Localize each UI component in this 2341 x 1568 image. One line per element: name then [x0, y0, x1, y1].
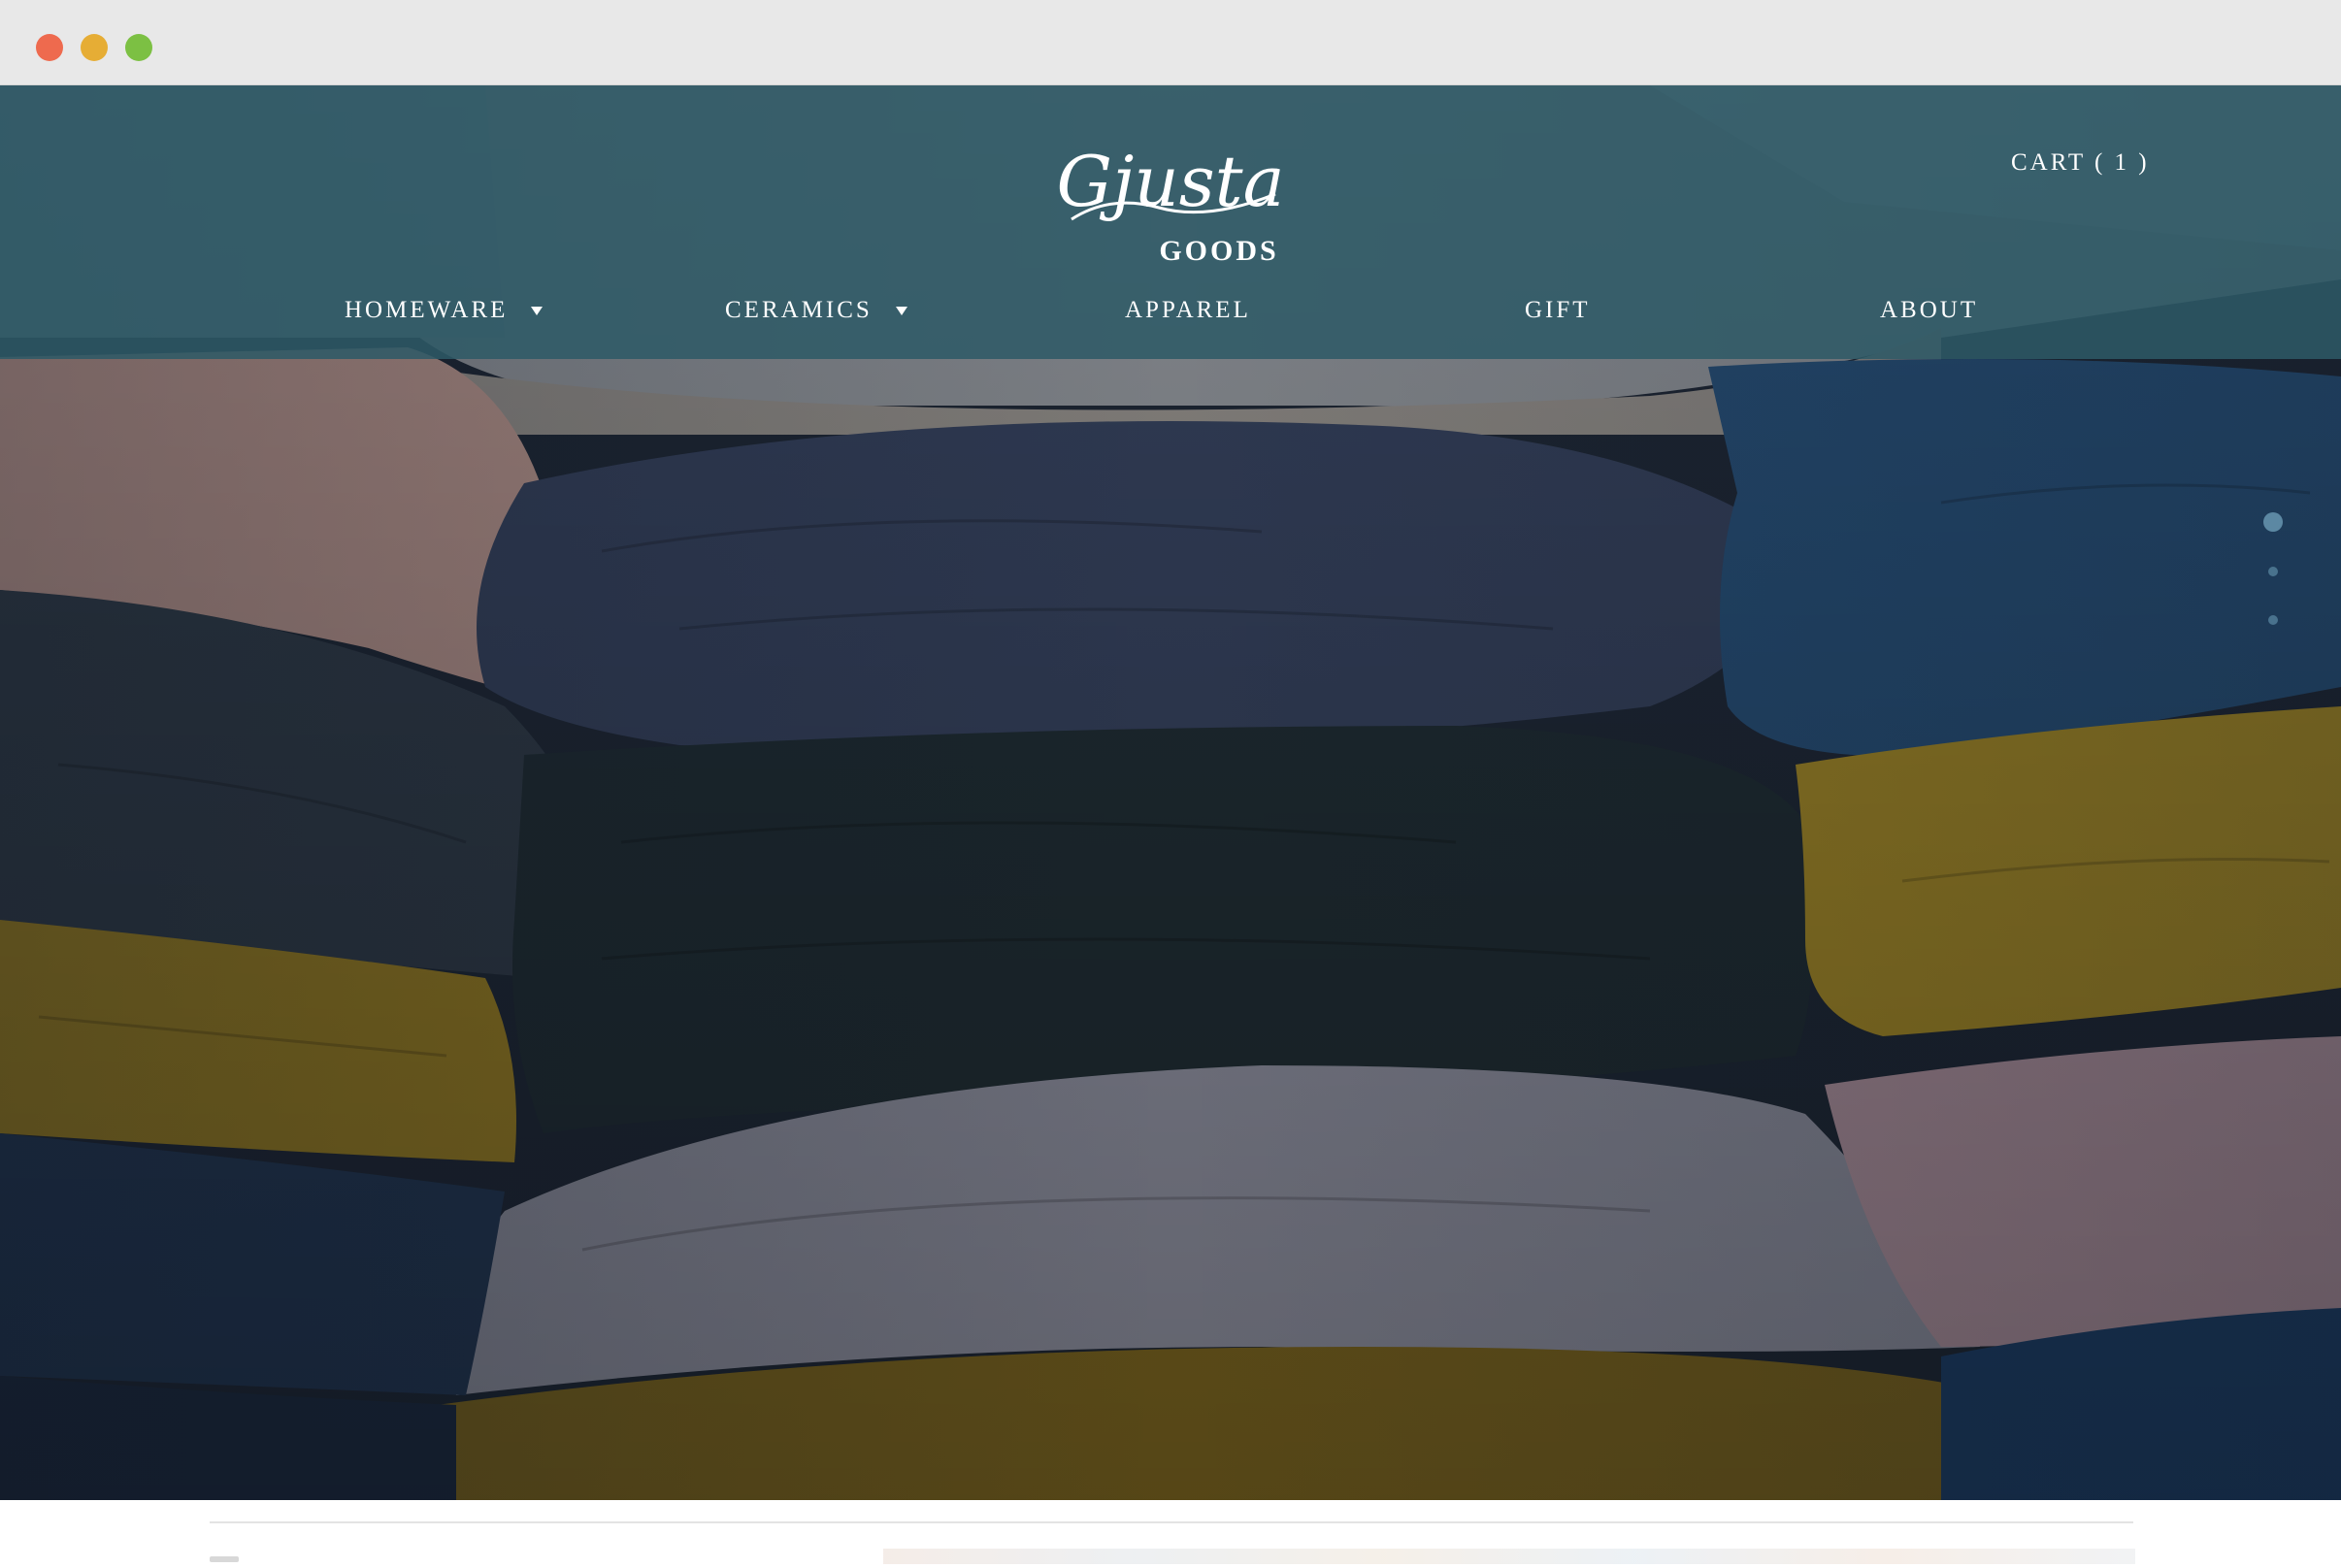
svg-text:GOODS: GOODS [1159, 235, 1278, 267]
nav-item-label: HOMEWARE [345, 297, 509, 323]
slider-dot-2[interactable] [2268, 567, 2278, 576]
nav-item-label: CERAMICS [725, 297, 873, 323]
nav-item-homeware[interactable]: HOMEWARE [345, 297, 544, 324]
nav-item-gift[interactable]: GIFT [1525, 297, 1591, 324]
window-minimize-button[interactable] [81, 34, 108, 61]
section-peek-mark [210, 1556, 239, 1562]
hero-banner: Gjusta GOODS CART ( 1 ) HOMEWARE CERAMIC… [0, 85, 2341, 1500]
nav-item-label: ABOUT [1880, 297, 1979, 323]
cart-link[interactable]: CART ( 1 ) [2011, 149, 2150, 177]
slider-dot-3[interactable] [2268, 615, 2278, 625]
slider-dot-1[interactable] [2263, 512, 2283, 532]
nav-item-about[interactable]: ABOUT [1880, 297, 1978, 324]
main-navigation: HOMEWARE CERAMICS APPAREL GIFT ABOUT [0, 297, 2341, 336]
nav-item-ceramics[interactable]: CERAMICS [725, 297, 907, 324]
window-close-button[interactable] [36, 34, 63, 61]
nav-item-label: APPAREL [1125, 297, 1251, 323]
gjusta-goods-logo[interactable]: Gjusta GOODS [1052, 126, 1289, 272]
product-images-peek [883, 1549, 2135, 1564]
hero-slider-dots [2263, 512, 2285, 625]
window-titlebar [0, 0, 2341, 85]
section-divider [210, 1521, 2133, 1523]
chevron-down-icon [895, 306, 907, 315]
nav-item-label: GIFT [1525, 297, 1591, 323]
chevron-down-icon [531, 306, 544, 315]
nav-item-apparel[interactable]: APPAREL [1125, 297, 1251, 324]
window-maximize-button[interactable] [125, 34, 152, 61]
